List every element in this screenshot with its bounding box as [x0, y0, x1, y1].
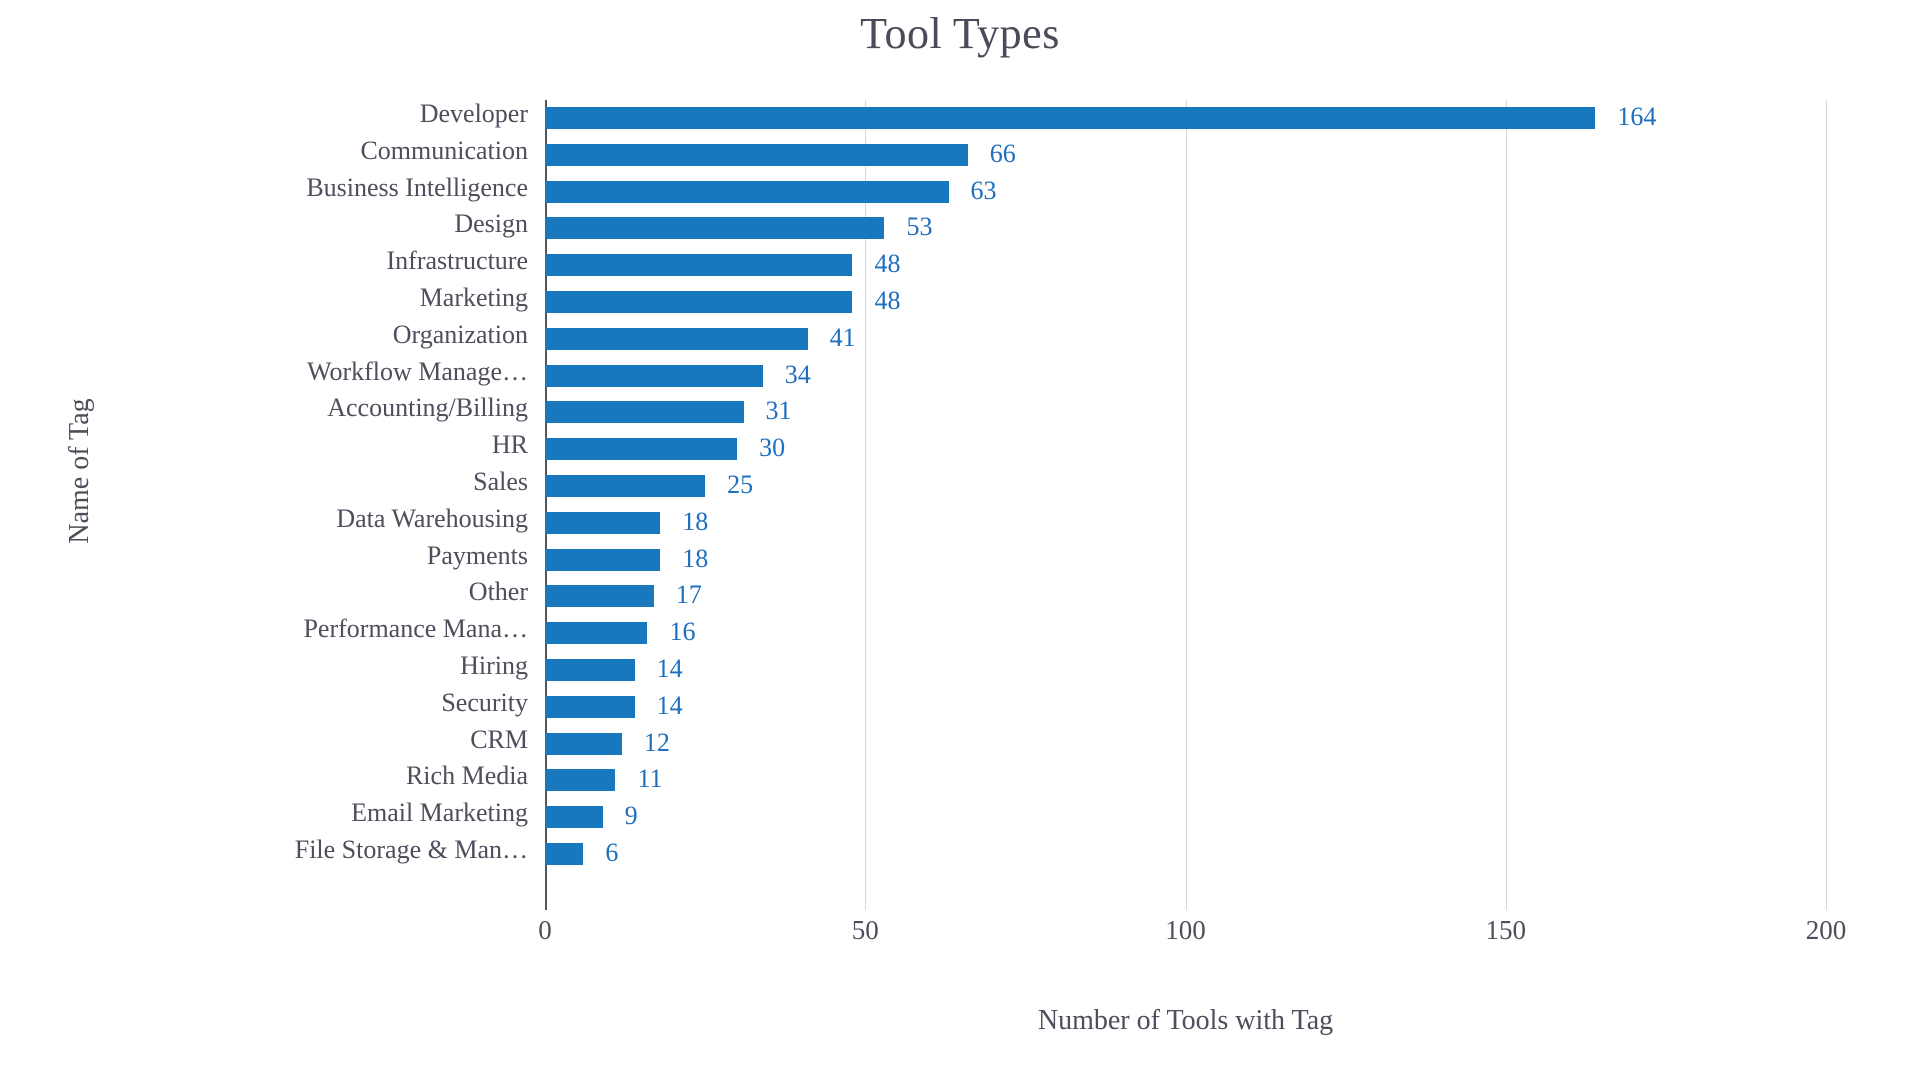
bar[interactable]	[545, 475, 706, 497]
x-axis-tick-label: 100	[1165, 915, 1206, 945]
y-axis-tick-label: Infrastructure	[386, 246, 528, 276]
bar[interactable]	[545, 511, 661, 534]
bar-value-label: 53	[906, 212, 933, 242]
bar-value-label: 63	[970, 175, 997, 205]
bar-value-label: 18	[682, 543, 709, 573]
bar[interactable]	[545, 180, 949, 203]
bar-row[interactable]: 164	[545, 100, 1826, 137]
bar-row[interactable]: 66	[545, 137, 1826, 174]
bar-row[interactable]: 53	[545, 210, 1826, 247]
bar-row[interactable]: 17	[545, 578, 1826, 615]
bar[interactable]	[545, 843, 584, 865]
bar-value-label: 18	[682, 506, 709, 536]
bar-value-label: 25	[727, 470, 754, 499]
bar-value-label: 16	[669, 617, 696, 647]
bar-row[interactable]: 48	[545, 247, 1826, 284]
bar-row[interactable]: 25	[545, 468, 1826, 505]
x-axis-tick-labels: 0 50 100 150 200	[538, 915, 1846, 955]
y-axis-tick-label: Communication	[360, 135, 528, 165]
bar[interactable]	[545, 438, 738, 461]
bar[interactable]	[545, 143, 968, 166]
bar[interactable]	[545, 327, 808, 350]
bar-row[interactable]: 16	[545, 615, 1826, 652]
bar-value-label: 11	[637, 764, 663, 794]
y-axis-tick-label: Hiring	[460, 651, 528, 680]
bar-value-label: 14	[656, 654, 683, 683]
bar[interactable]	[545, 217, 885, 240]
bar-value-label: 30	[759, 433, 786, 463]
bar[interactable]	[545, 401, 744, 424]
y-axis-tick-label: Rich Media	[405, 761, 528, 791]
bar-value-label: 34	[784, 359, 811, 389]
bar[interactable]	[545, 291, 853, 313]
y-axis-tick-label: Design	[454, 209, 528, 239]
bar-value-label: 164	[1617, 102, 1657, 131]
y-axis-tick-label: Email Marketing	[351, 798, 528, 828]
bar-chart: Tool Types Developer Communication Busines…	[0, 0, 1920, 1079]
bar-row[interactable]: 14	[545, 689, 1826, 726]
bar[interactable]	[545, 695, 635, 718]
bar-value-label: 66	[989, 138, 1016, 168]
bar-value-label: 6	[605, 838, 619, 867]
chart-title: Tool Types	[860, 9, 1060, 58]
bar-row[interactable]: 18	[545, 505, 1826, 542]
bar-row[interactable]: 12	[545, 726, 1826, 763]
bar-value-label: 17	[675, 580, 702, 610]
bar-value-label: 12	[643, 727, 670, 757]
bar-value-label: 48	[874, 286, 901, 315]
bar-value-label: 41	[829, 322, 856, 352]
x-axis-tick-label: 150	[1485, 915, 1527, 945]
y-axis-tick-label: Business Intelligence	[306, 172, 528, 202]
bar-row[interactable]: 9	[545, 799, 1826, 836]
bar-row[interactable]: 41	[545, 321, 1826, 358]
bar-row[interactable]: 48	[545, 284, 1826, 321]
y-axis-tick-label: Security	[441, 687, 528, 717]
x-axis-tick-label: 200	[1805, 915, 1847, 945]
bar-row[interactable]: 18	[545, 542, 1826, 579]
x-axis-tick-label: 0	[538, 915, 552, 945]
y-axis-tick-label: Marketing	[419, 283, 528, 312]
y-axis-tick-label: Developer	[419, 99, 528, 128]
bar-row[interactable]: 63	[545, 174, 1826, 211]
bar[interactable]	[545, 622, 648, 645]
bar-value-label: 14	[656, 690, 683, 720]
bar[interactable]	[545, 548, 661, 571]
bar-row[interactable]: 30	[545, 431, 1826, 468]
bar[interactable]	[545, 806, 603, 829]
bar[interactable]	[545, 107, 1596, 129]
bar-row[interactable]: 14	[545, 652, 1826, 689]
y-axis-tick-label: CRM	[470, 724, 528, 754]
bar[interactable]	[545, 364, 763, 387]
bar-row[interactable]: 34	[545, 358, 1826, 395]
bar[interactable]	[545, 659, 635, 681]
bar[interactable]	[545, 769, 616, 792]
y-axis-title: Name of Tag	[64, 398, 95, 544]
bar-row[interactable]: 31	[545, 394, 1826, 431]
bar-row[interactable]: 11	[545, 762, 1826, 799]
bar[interactable]	[545, 585, 654, 608]
bar[interactable]	[545, 254, 853, 277]
plot-area: 164 66 63 53 48 48 41 34 31 30 25 18 18 17 16 14 14 12 11 9…	[545, 100, 1827, 910]
bar-value-label: 9	[624, 801, 638, 831]
x-axis-title: Number of Tools with Tag	[1037, 1005, 1334, 1036]
bar-value-label: 31	[765, 396, 792, 426]
bar-value-label: 48	[874, 249, 901, 279]
y-axis-tick-label: File Storage & Man…	[294, 835, 528, 864]
x-axis-tick-label: 50	[851, 915, 879, 945]
bar-row[interactable]: 6	[545, 836, 1826, 873]
gridline	[1826, 100, 1827, 910]
bar[interactable]	[545, 732, 622, 755]
